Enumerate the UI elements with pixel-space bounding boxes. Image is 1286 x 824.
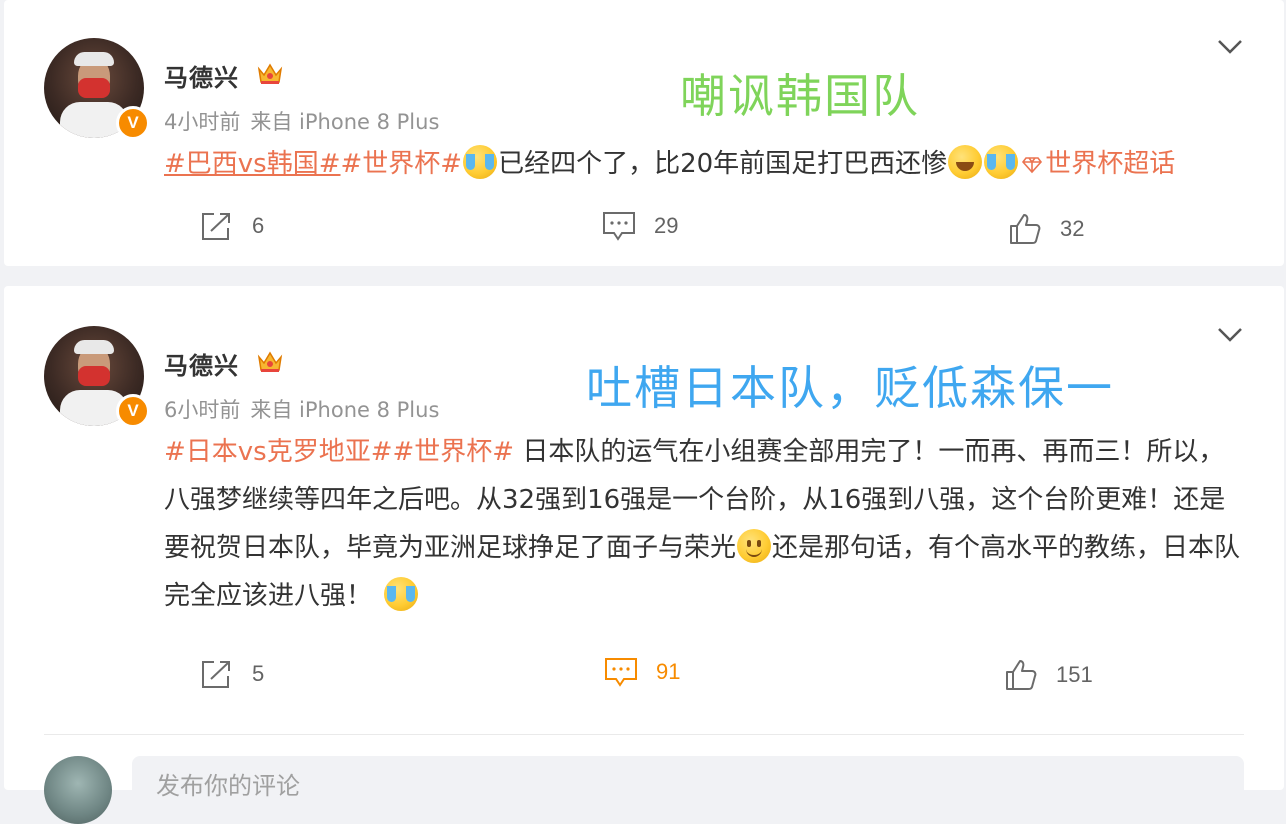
post-time[interactable]: 6小时前	[164, 398, 240, 422]
comment-icon	[605, 658, 637, 687]
topic-link[interactable]: #巴西vs韩国#	[164, 149, 341, 179]
repost-icon	[202, 213, 230, 240]
repost-count: 6	[252, 213, 265, 238]
super-topic-link[interactable]: 世界杯超话	[1045, 149, 1175, 179]
verified-badge-icon: V	[116, 394, 150, 428]
post-text: 已经四个了，比20年前国足打巴西还惨	[498, 149, 948, 179]
chevron-down-icon[interactable]	[1216, 326, 1244, 344]
grin-sweat-emoji-icon	[948, 145, 983, 179]
crown-icon[interactable]	[256, 60, 284, 86]
like-count: 151	[1056, 662, 1093, 687]
comment-input[interactable]	[132, 756, 1244, 816]
topic-link[interactable]: #世界杯#	[393, 437, 515, 467]
post-meta: 6小时前 来自 iPhone 8 Plus	[164, 394, 449, 424]
commenter-avatar	[44, 756, 112, 824]
thumbs-up-icon	[1010, 214, 1041, 244]
post-content: #巴西vs韩国##世界杯# 已经四个了，比20年前国足打巴西还惨 世界杯超话	[164, 140, 1244, 188]
repost-button[interactable]: 6	[200, 210, 264, 242]
post-source: 来自 iPhone 8 Plus	[250, 110, 440, 134]
post-meta: 4小时前 来自 iPhone 8 Plus	[164, 106, 449, 136]
laugh-cry-emoji-icon	[384, 577, 419, 611]
post-source: 来自 iPhone 8 Plus	[250, 398, 440, 422]
comment-button[interactable]: 91	[604, 656, 680, 688]
thumbs-up-icon	[1006, 660, 1037, 690]
author-name[interactable]: 马德兴	[164, 346, 239, 381]
like-count: 32	[1060, 216, 1085, 241]
comment-button[interactable]: 29	[602, 210, 678, 242]
laugh-cry-emoji-icon	[984, 145, 1019, 179]
comment-count: 29	[654, 213, 679, 238]
topic-link[interactable]: #世界杯#	[341, 149, 463, 179]
comment-count: 91	[656, 659, 681, 684]
laugh-cry-emoji-icon	[463, 145, 498, 179]
verified-badge-icon: V	[116, 106, 150, 140]
post-time[interactable]: 4小时前	[164, 110, 240, 134]
like-button[interactable]: 32	[1008, 212, 1084, 246]
divider	[44, 734, 1244, 735]
repost-button[interactable]: 5	[200, 658, 264, 690]
comment-icon	[603, 212, 635, 241]
chevron-down-icon[interactable]	[1216, 38, 1244, 56]
post-content: #日本vs克罗地亚##世界杯# 日本队的运气在小组赛全部用完了！一而再、再而三！…	[164, 428, 1244, 620]
topic-link[interactable]: #日本vs克罗地亚#	[164, 437, 393, 467]
like-button[interactable]: 151	[1004, 658, 1093, 692]
author-name[interactable]: 马德兴	[164, 58, 239, 93]
smile-emoji-icon	[737, 529, 772, 563]
repost-count: 5	[252, 661, 265, 686]
crown-icon[interactable]	[256, 348, 284, 374]
diamond-icon	[1022, 157, 1043, 174]
repost-icon	[202, 661, 230, 688]
overlay-annotation: 吐槽日本队，贬低森保一	[586, 361, 1114, 415]
overlay-annotation: 嘲讽韩国队	[680, 69, 920, 123]
weibo-post-card: V 马德兴 4小时前 来自 iPhone 8 Plus 嘲讽韩国队 #巴西vs韩国…	[4, 0, 1284, 266]
